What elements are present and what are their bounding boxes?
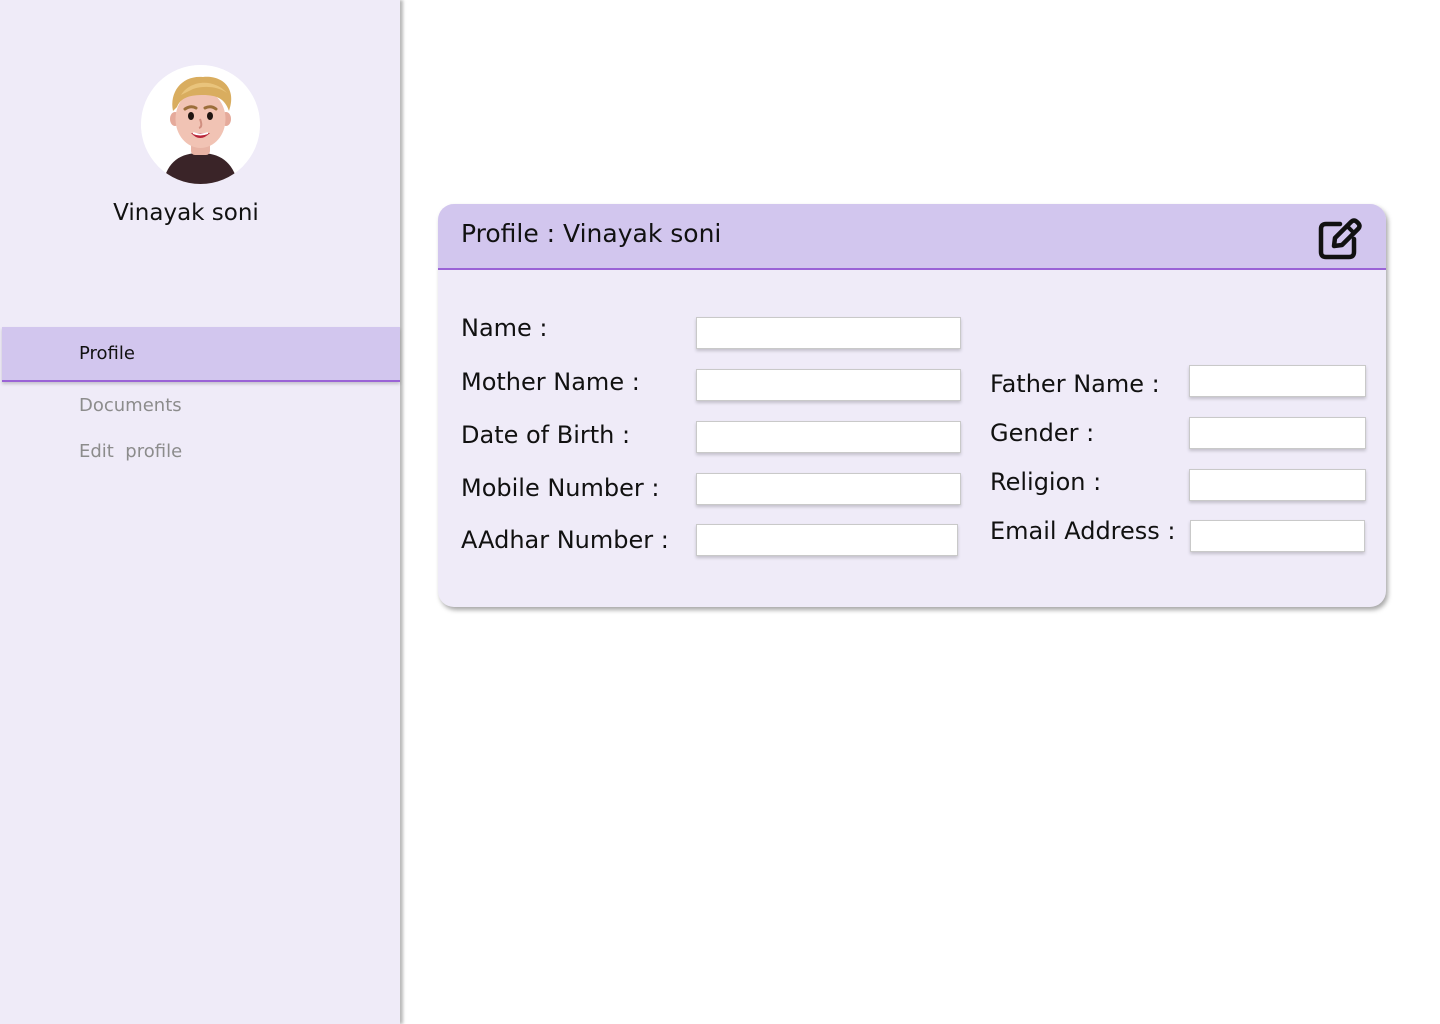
profile-card: Profile : Vinayak soni Name : Mother Nam… bbox=[438, 204, 1386, 607]
name-label: Name : bbox=[461, 314, 548, 342]
nav-item-edit-profile[interactable]: Edit profile bbox=[79, 441, 182, 462]
name-input[interactable] bbox=[696, 317, 961, 349]
email-address-input[interactable] bbox=[1190, 520, 1365, 552]
father-name-label: Father Name : bbox=[990, 370, 1160, 398]
edit-icon bbox=[1318, 218, 1362, 260]
aadhar-number-label: AAdhar Number : bbox=[461, 526, 669, 554]
avatar-illustration-icon bbox=[141, 65, 260, 184]
dob-input[interactable] bbox=[696, 421, 961, 453]
nav-item-profile-label: Profile bbox=[79, 343, 135, 364]
mobile-number-label: Mobile Number : bbox=[461, 474, 660, 502]
nav-item-profile[interactable]: Profile bbox=[2, 327, 400, 382]
mobile-number-input[interactable] bbox=[696, 473, 961, 505]
religion-input[interactable] bbox=[1189, 469, 1366, 501]
mother-name-label: Mother Name : bbox=[461, 368, 640, 396]
avatar[interactable] bbox=[141, 65, 260, 184]
gender-input[interactable] bbox=[1189, 417, 1366, 449]
dob-label: Date of Birth : bbox=[461, 421, 631, 449]
email-address-label: Email Address : bbox=[990, 517, 1176, 545]
user-name: Vinayak soni bbox=[113, 200, 259, 226]
father-name-input[interactable] bbox=[1189, 365, 1366, 397]
edit-profile-button[interactable] bbox=[1316, 216, 1362, 262]
app-root: Vinayak soni Profile Documents Edit prof… bbox=[0, 0, 1440, 1024]
aadhar-number-input[interactable] bbox=[696, 524, 958, 556]
religion-label: Religion : bbox=[990, 468, 1102, 496]
gender-label: Gender : bbox=[990, 419, 1095, 447]
profile-card-header: Profile : Vinayak soni bbox=[438, 204, 1386, 270]
nav-item-documents[interactable]: Documents bbox=[79, 395, 182, 416]
sidebar: Vinayak soni Profile Documents Edit prof… bbox=[0, 0, 400, 1024]
profile-card-title: Profile : Vinayak soni bbox=[461, 219, 722, 248]
mother-name-input[interactable] bbox=[696, 369, 961, 401]
